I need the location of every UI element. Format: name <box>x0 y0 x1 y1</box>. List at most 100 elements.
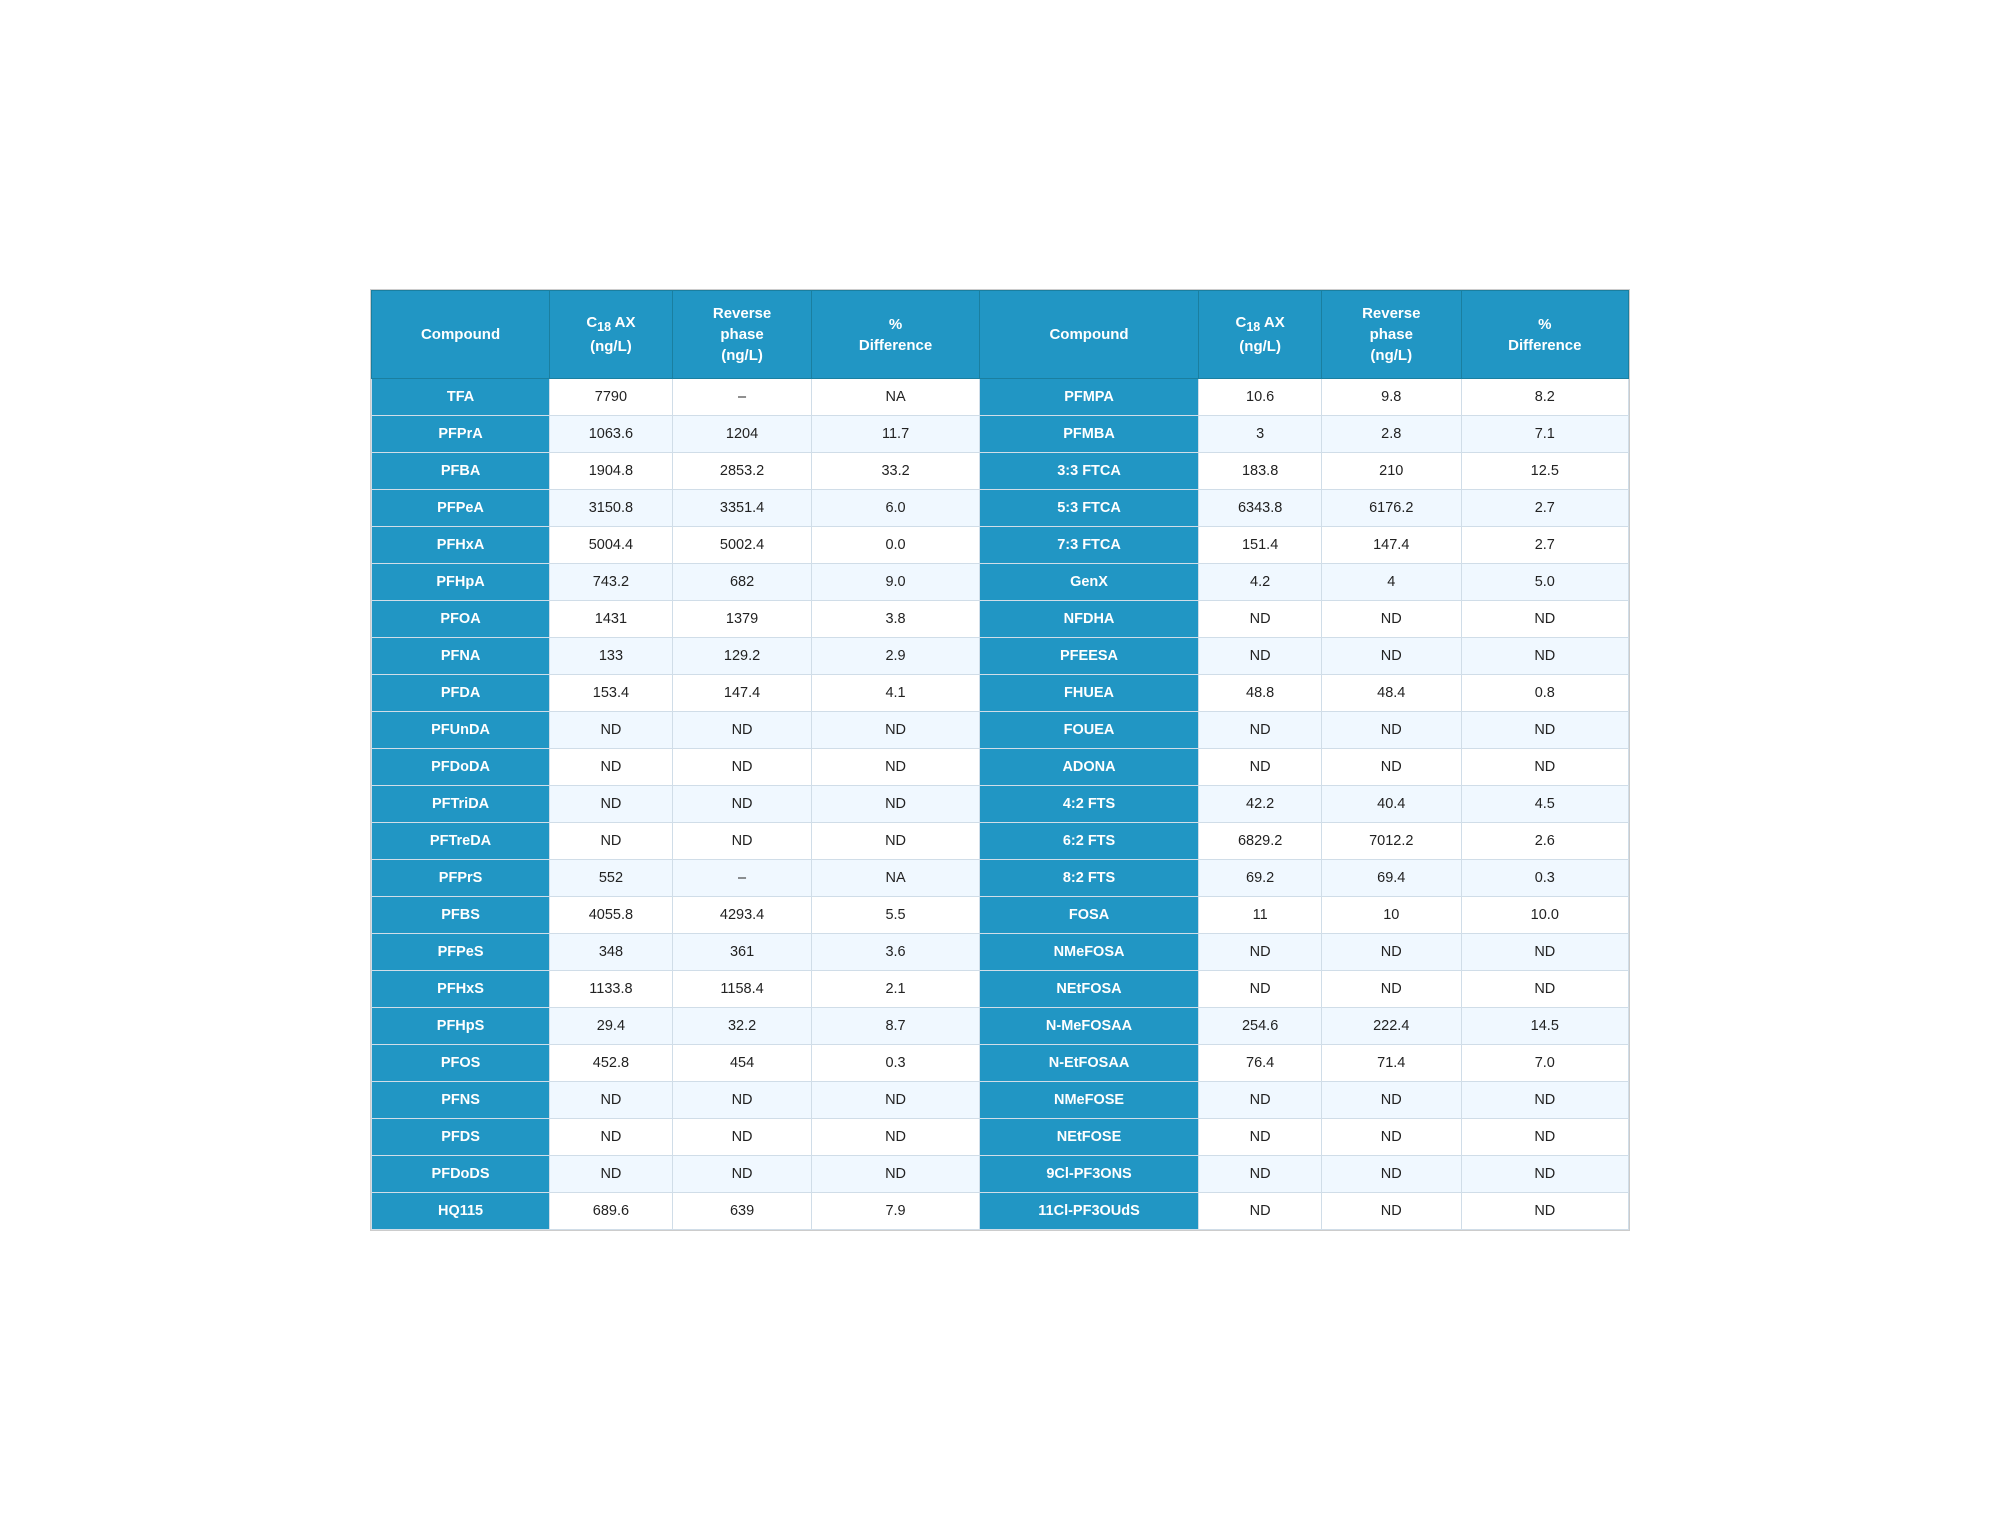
table-row: PFUnDANDNDNDFOUEANDNDND <box>372 712 1629 749</box>
cell-5-1: 743.2 <box>550 564 673 601</box>
cell-17-7: 14.5 <box>1461 1008 1628 1045</box>
table-row: TFA7790–NAPFMPA10.69.88.2 <box>372 379 1629 416</box>
table-row: PFNSNDNDNDNMeFOSENDNDND <box>372 1082 1629 1119</box>
cell-6-7: ND <box>1461 601 1628 638</box>
table-row: PFDA153.4147.44.1FHUEA48.848.40.8 <box>372 675 1629 712</box>
table-row: PFDoDANDNDNDADONANDNDND <box>372 749 1629 786</box>
cell-9-1: ND <box>550 712 673 749</box>
header-left-compound: Compound <box>372 291 550 379</box>
cell-10-3: ND <box>812 749 979 786</box>
cell-8-7: 0.8 <box>1461 675 1628 712</box>
cell-13-0: PFPrS <box>372 860 550 897</box>
cell-10-4: ADONA <box>979 749 1199 786</box>
cell-6-5: ND <box>1199 601 1322 638</box>
table-row: PFDoDSNDNDND9Cl-PF3ONSNDNDND <box>372 1156 1629 1193</box>
table-row: PFNA133129.22.9PFEESANDNDND <box>372 638 1629 675</box>
data-table: Compound C18 AX(ng/L) Reversephase(ng/L)… <box>370 289 1630 1231</box>
cell-10-7: ND <box>1461 749 1628 786</box>
cell-13-1: 552 <box>550 860 673 897</box>
cell-18-1: 452.8 <box>550 1045 673 1082</box>
cell-7-0: PFNA <box>372 638 550 675</box>
cell-19-2: ND <box>672 1082 812 1119</box>
cell-4-0: PFHxA <box>372 527 550 564</box>
cell-5-3: 9.0 <box>812 564 979 601</box>
header-left-c18: C18 AX(ng/L) <box>550 291 673 379</box>
cell-0-2: – <box>672 379 812 416</box>
cell-4-7: 2.7 <box>1461 527 1628 564</box>
cell-14-5: 11 <box>1199 897 1322 934</box>
cell-1-2: 1204 <box>672 416 812 453</box>
cell-1-1: 1063.6 <box>550 416 673 453</box>
cell-21-1: ND <box>550 1156 673 1193</box>
cell-15-6: ND <box>1321 934 1461 971</box>
cell-14-3: 5.5 <box>812 897 979 934</box>
cell-12-0: PFTreDA <box>372 823 550 860</box>
cell-7-3: 2.9 <box>812 638 979 675</box>
cell-16-0: PFHxS <box>372 971 550 1008</box>
cell-10-2: ND <box>672 749 812 786</box>
cell-10-5: ND <box>1199 749 1322 786</box>
cell-22-2: 639 <box>672 1193 812 1230</box>
cell-12-7: 2.6 <box>1461 823 1628 860</box>
cell-13-2: – <box>672 860 812 897</box>
cell-5-2: 682 <box>672 564 812 601</box>
cell-21-0: PFDoDS <box>372 1156 550 1193</box>
header-left-diff: %Difference <box>812 291 979 379</box>
cell-22-7: ND <box>1461 1193 1628 1230</box>
cell-20-0: PFDS <box>372 1119 550 1156</box>
cell-16-3: 2.1 <box>812 971 979 1008</box>
cell-22-0: HQ115 <box>372 1193 550 1230</box>
cell-2-4: 3:3 FTCA <box>979 453 1199 490</box>
cell-15-5: ND <box>1199 934 1322 971</box>
cell-18-2: 454 <box>672 1045 812 1082</box>
cell-4-4: 7:3 FTCA <box>979 527 1199 564</box>
cell-12-2: ND <box>672 823 812 860</box>
cell-10-1: ND <box>550 749 673 786</box>
table-row: PFTreDANDNDND6:2 FTS6829.27012.22.6 <box>372 823 1629 860</box>
cell-15-7: ND <box>1461 934 1628 971</box>
cell-7-5: ND <box>1199 638 1322 675</box>
cell-8-4: FHUEA <box>979 675 1199 712</box>
cell-2-0: PFBA <box>372 453 550 490</box>
cell-6-3: 3.8 <box>812 601 979 638</box>
cell-1-5: 3 <box>1199 416 1322 453</box>
cell-15-4: NMeFOSA <box>979 934 1199 971</box>
cell-20-2: ND <box>672 1119 812 1156</box>
cell-17-2: 32.2 <box>672 1008 812 1045</box>
cell-13-7: 0.3 <box>1461 860 1628 897</box>
cell-4-1: 5004.4 <box>550 527 673 564</box>
cell-18-0: PFOS <box>372 1045 550 1082</box>
cell-13-5: 69.2 <box>1199 860 1322 897</box>
cell-19-1: ND <box>550 1082 673 1119</box>
cell-5-0: PFHpA <box>372 564 550 601</box>
cell-8-0: PFDA <box>372 675 550 712</box>
cell-0-7: 8.2 <box>1461 379 1628 416</box>
cell-18-3: 0.3 <box>812 1045 979 1082</box>
cell-13-3: NA <box>812 860 979 897</box>
cell-2-6: 210 <box>1321 453 1461 490</box>
cell-4-3: 0.0 <box>812 527 979 564</box>
cell-0-3: NA <box>812 379 979 416</box>
cell-20-3: ND <box>812 1119 979 1156</box>
cell-14-0: PFBS <box>372 897 550 934</box>
cell-7-4: PFEESA <box>979 638 1199 675</box>
cell-1-0: PFPrA <box>372 416 550 453</box>
table-row: PFHpS29.432.28.7N-MeFOSAA254.6222.414.5 <box>372 1008 1629 1045</box>
table-row: PFPeA3150.83351.46.05:3 FTCA6343.86176.2… <box>372 490 1629 527</box>
cell-12-4: 6:2 FTS <box>979 823 1199 860</box>
cell-3-1: 3150.8 <box>550 490 673 527</box>
cell-4-5: 151.4 <box>1199 527 1322 564</box>
cell-3-2: 3351.4 <box>672 490 812 527</box>
cell-10-0: PFDoDA <box>372 749 550 786</box>
cell-11-4: 4:2 FTS <box>979 786 1199 823</box>
cell-3-5: 6343.8 <box>1199 490 1322 527</box>
cell-6-2: 1379 <box>672 601 812 638</box>
cell-6-0: PFOA <box>372 601 550 638</box>
cell-20-5: ND <box>1199 1119 1322 1156</box>
cell-2-2: 2853.2 <box>672 453 812 490</box>
cell-9-6: ND <box>1321 712 1461 749</box>
cell-11-3: ND <box>812 786 979 823</box>
cell-14-1: 4055.8 <box>550 897 673 934</box>
cell-18-5: 76.4 <box>1199 1045 1322 1082</box>
header-right-compound: Compound <box>979 291 1199 379</box>
